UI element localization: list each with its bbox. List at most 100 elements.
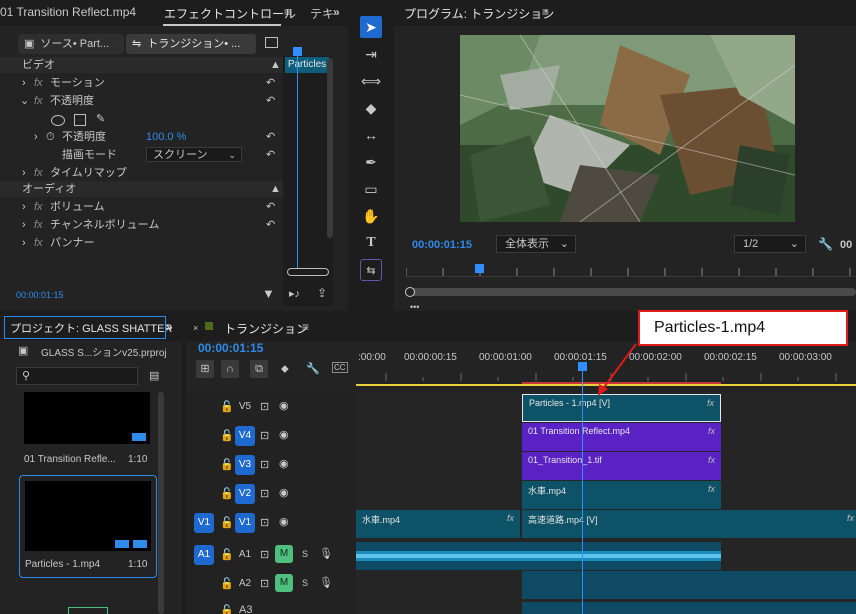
expand-icon[interactable]: › <box>22 216 26 234</box>
eye-icon[interactable]: ◉ <box>279 515 289 528</box>
close-icon[interactable]: × <box>193 323 198 333</box>
eye-icon[interactable]: ◉ <box>279 486 289 499</box>
fx-icon[interactable]: fx <box>34 198 43 216</box>
insert-icon[interactable]: ⊞ <box>196 360 214 378</box>
microphone-icon[interactable]: 🎙 <box>319 547 333 560</box>
zoom-slider[interactable] <box>287 268 329 276</box>
program-title[interactable]: プログラム: トランジション <box>404 5 554 22</box>
project-search-input[interactable]: ⚲ <box>16 367 138 385</box>
lock-icon[interactable]: 🔓 <box>220 604 234 614</box>
timeline-title[interactable]: トランジション <box>224 320 308 337</box>
sync-icon[interactable]: ⊡ <box>260 516 269 529</box>
project-item[interactable]: 01 Transition Refle... 1:10 <box>18 392 164 484</box>
clip-v3[interactable]: 01_Transition_1.tif fx <box>522 452 721 480</box>
mute-button[interactable]: M <box>275 545 293 563</box>
linked-select-icon[interactable]: ⧉ <box>250 360 268 378</box>
remix-tool-icon[interactable]: ⇆ <box>360 259 382 281</box>
lock-icon[interactable]: 🔓 <box>220 516 234 529</box>
program-timecode[interactable]: 00:00:01:15 <box>412 239 472 251</box>
audio-clip-a1[interactable] <box>356 542 721 570</box>
slip-tool-icon[interactable]: ↔ <box>360 124 382 146</box>
audio-clip-a2[interactable] <box>522 571 856 599</box>
play-audio-icon[interactable]: ▸♪ <box>289 287 300 300</box>
sync-icon[interactable]: ⊡ <box>260 487 269 500</box>
lock-icon[interactable]: 🔓 <box>220 487 234 500</box>
timeline-playhead-handle[interactable] <box>578 362 587 371</box>
sync-icon[interactable]: ⊡ <box>260 458 269 471</box>
magnet-icon[interactable]: ∩ <box>221 360 239 378</box>
fx-icon[interactable]: fx <box>34 216 43 234</box>
fit-select[interactable]: 全体表示 ⌄ <box>496 235 576 253</box>
panel-layout-icon[interactable] <box>265 37 278 48</box>
clip-v2[interactable]: 水車.mp4 fx <box>522 481 721 509</box>
menu-icon[interactable]: ≡ <box>284 5 291 19</box>
reset-icon[interactable]: ↶ <box>266 128 275 146</box>
wrench-icon[interactable]: 🔧 <box>306 362 320 375</box>
filter-icon[interactable]: ▼ <box>262 286 275 301</box>
hand-tool-icon[interactable]: ✋ <box>360 205 382 227</box>
type-tool-icon[interactable]: T <box>360 232 382 254</box>
rect-mask-icon[interactable] <box>74 114 86 126</box>
track-target-a2[interactable]: A2 <box>235 574 255 594</box>
timeline-timecode[interactable]: 00:00:01:15 <box>198 341 263 355</box>
lock-icon[interactable]: 🔓 <box>220 548 234 561</box>
effect-playhead-handle[interactable] <box>293 47 302 56</box>
zoom-slider-icon[interactable] <box>68 607 108 614</box>
track-target-v2[interactable]: V2 <box>235 484 255 504</box>
sync-icon[interactable]: ⊡ <box>260 548 269 561</box>
microphone-icon[interactable]: 🎙 <box>319 576 333 589</box>
audio-clip-a3[interactable] <box>522 602 856 614</box>
sync-icon[interactable]: ⊡ <box>260 577 269 590</box>
blend-mode-select[interactable]: スクリーン ⌄ <box>146 147 242 162</box>
eye-icon[interactable]: ◉ <box>279 457 289 470</box>
track-select-tool-icon[interactable]: ⇥ <box>360 43 382 65</box>
fx-icon[interactable]: fx <box>34 92 43 110</box>
track-target-a1[interactable]: A1 <box>235 545 255 565</box>
lock-icon[interactable]: 🔓 <box>220 577 234 590</box>
expand-icon[interactable]: › <box>22 234 26 252</box>
solo-button[interactable]: S <box>302 549 308 559</box>
track-target-a3[interactable]: A3 <box>239 604 252 614</box>
razor-tool-icon[interactable]: ◆ <box>360 97 382 119</box>
source-patch-a1[interactable]: A1 <box>194 545 214 565</box>
video-frame[interactable] <box>460 35 795 222</box>
lock-icon[interactable]: 🔓 <box>220 400 234 413</box>
lock-icon[interactable]: 🔓 <box>220 429 234 442</box>
source-patch-v1[interactable]: V1 <box>194 513 214 533</box>
reset-icon[interactable]: ↶ <box>266 216 275 234</box>
track-target-v4[interactable]: V4 <box>235 426 255 446</box>
track-target-v1[interactable]: V1 <box>235 513 255 533</box>
new-bin-icon[interactable]: ▤ <box>149 369 159 382</box>
effect-scrollbar[interactable] <box>327 58 333 238</box>
source-clip-button[interactable]: ▣ ソース• Part... <box>18 34 124 54</box>
expand-icon[interactable]: › <box>34 128 38 146</box>
more-controls-icon[interactable]: ••• <box>410 302 419 311</box>
pen-tool-icon[interactable]: ✒ <box>360 151 382 173</box>
project-item-selected[interactable]: Particles - 1.mp4 1:10 <box>19 475 157 578</box>
menu-icon[interactable]: ≡ <box>542 5 549 19</box>
program-scroll-handle[interactable] <box>405 287 415 297</box>
selection-tool-icon[interactable]: ➤ <box>360 16 382 38</box>
reset-icon[interactable]: ↶ <box>266 92 275 110</box>
reset-icon[interactable]: ↶ <box>266 146 275 164</box>
mute-button[interactable]: M <box>275 574 293 592</box>
captions-icon[interactable]: CC <box>332 362 348 373</box>
pen-mask-icon[interactable]: ✎ <box>96 110 105 128</box>
sync-icon[interactable]: ⊡ <box>260 400 269 413</box>
eye-icon[interactable]: ◉ <box>279 428 289 441</box>
expand-icon[interactable]: › <box>22 198 26 216</box>
collapse-icon[interactable]: ▲ <box>270 180 281 198</box>
expand-icon[interactable]: ⌄ <box>20 92 29 110</box>
clip-v1-b[interactable]: 高速道路.mp4 [V] fx <box>522 510 856 538</box>
clip-v4[interactable]: 01 Transition Reflect.mp4 fx <box>522 423 721 451</box>
track-target-v5[interactable]: V5 <box>235 397 255 417</box>
clip-v1-a[interactable]: 水車.mp4 fx <box>356 510 520 538</box>
tab-text[interactable]: テキ <box>310 5 334 22</box>
reset-icon[interactable]: ↶ <box>266 198 275 216</box>
wrench-icon[interactable]: 🔧 <box>818 237 833 251</box>
more-tabs-icon[interactable]: » <box>333 5 340 19</box>
collapse-icon[interactable]: ▲ <box>270 56 281 74</box>
project-scrollbar[interactable] <box>158 392 164 614</box>
fx-icon[interactable]: fx <box>34 74 43 92</box>
resolution-select[interactable]: 1/2 ⌄ <box>734 235 806 253</box>
